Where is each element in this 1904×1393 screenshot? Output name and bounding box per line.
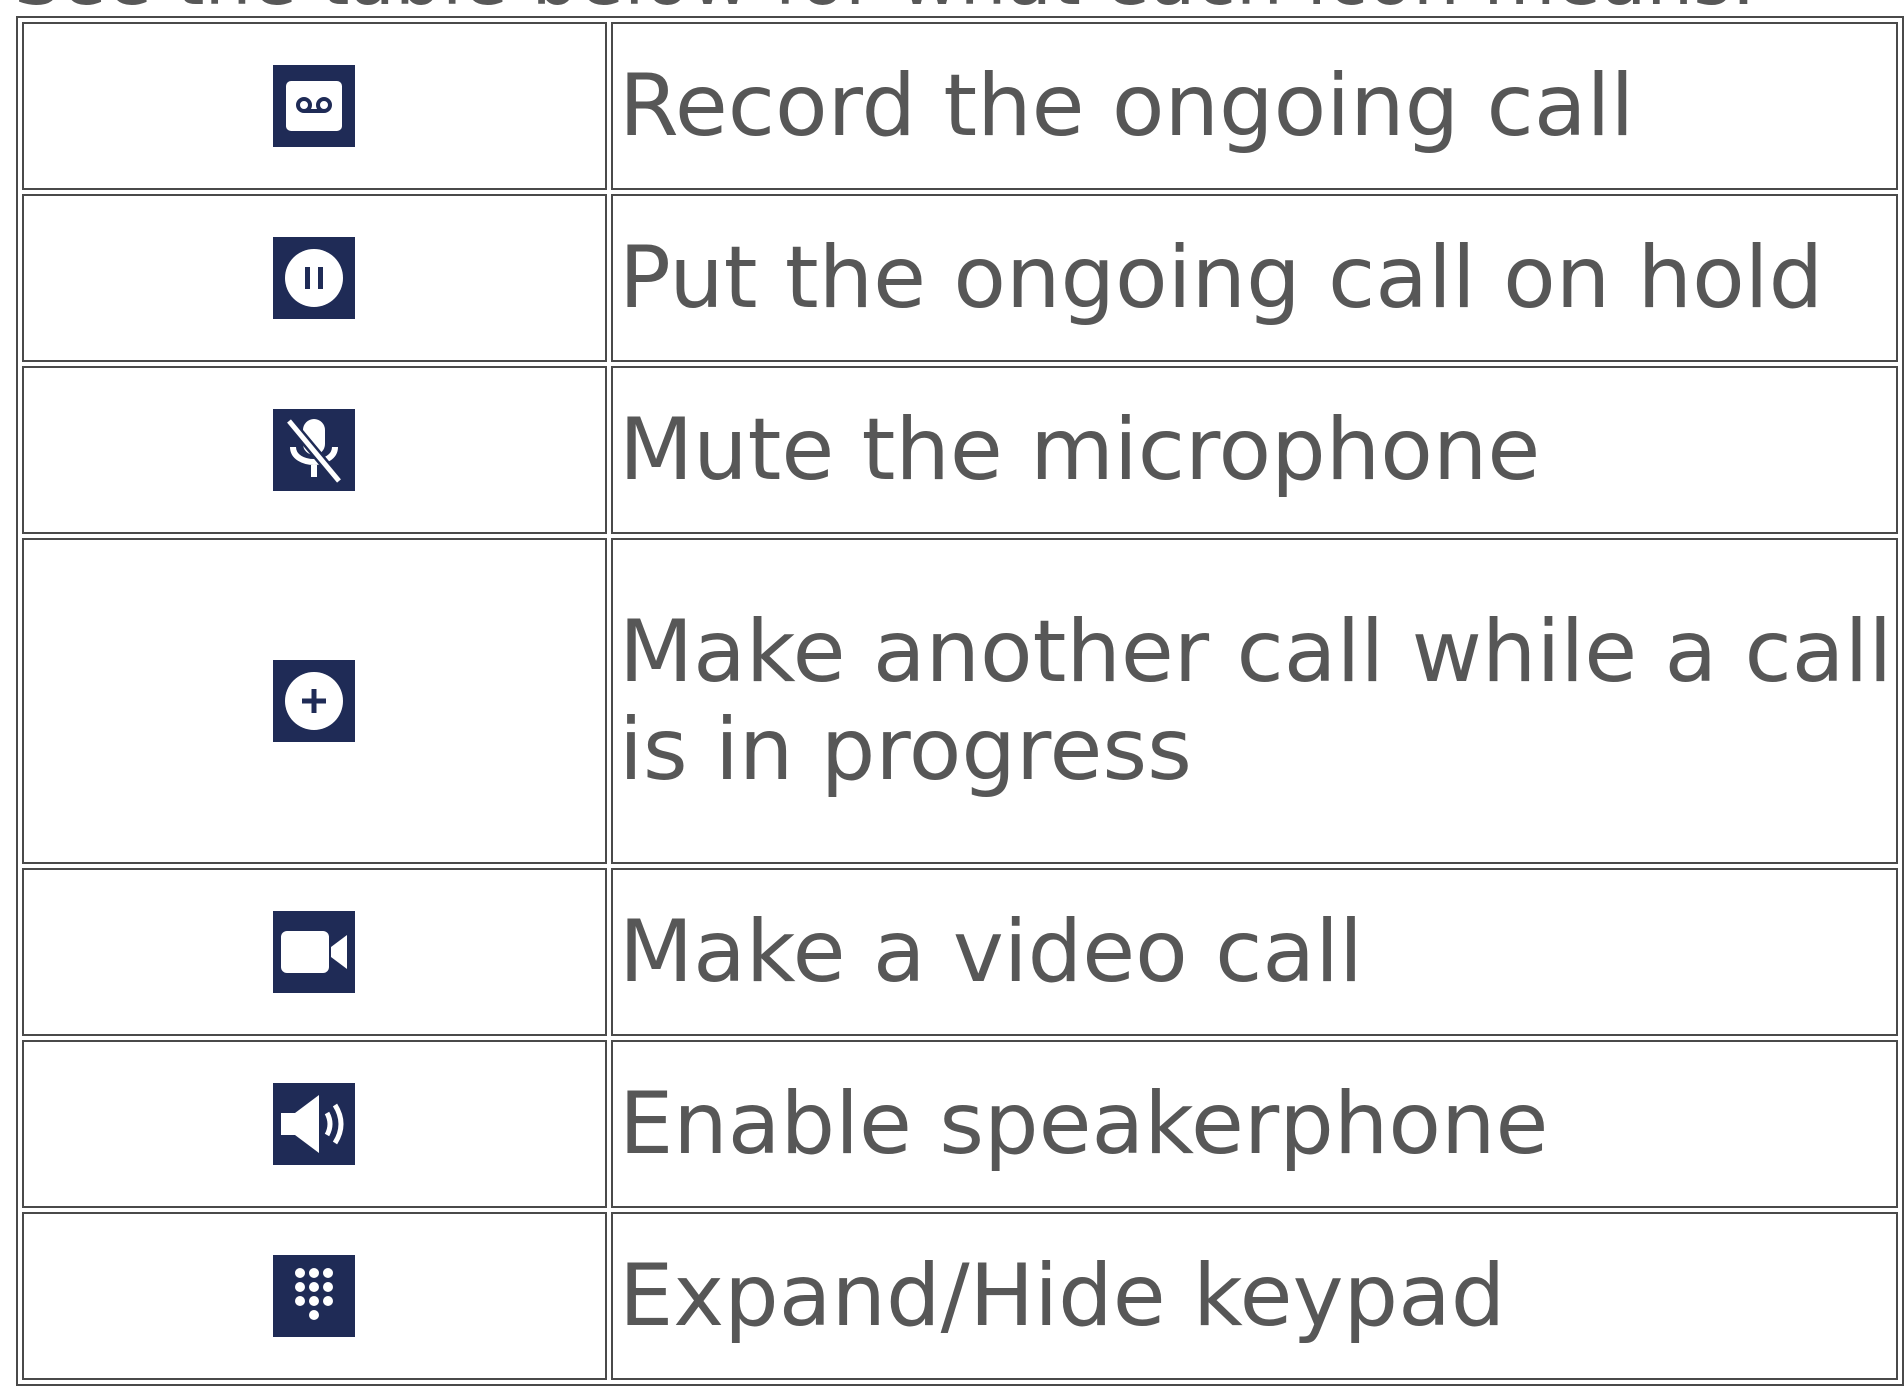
table-row: Make another call while a call is in pro…	[22, 538, 1898, 864]
icon-cell	[22, 366, 607, 534]
icon-cell	[22, 194, 607, 362]
icon-cell	[22, 1040, 607, 1208]
description-cell: Put the ongoing call on hold	[610, 194, 1898, 362]
speakerphone-icon	[273, 1083, 356, 1165]
description-cell: Record the ongoing call	[610, 22, 1898, 190]
page-heading: See the table below for what each icon m…	[14, 0, 1755, 16]
page: See the table below for what each icon m…	[0, 0, 1904, 1393]
mute-microphone-icon	[273, 409, 356, 491]
add-call-icon	[273, 660, 356, 742]
record-icon	[273, 65, 356, 147]
keypad-icon	[273, 1255, 356, 1337]
icon-cell	[22, 868, 607, 1036]
icon-cell	[22, 538, 607, 864]
video-call-icon	[273, 911, 356, 993]
description-cell: Enable speakerphone	[610, 1040, 1898, 1208]
icon-cell	[22, 1212, 607, 1380]
description-cell: Expand/Hide keypad	[610, 1212, 1898, 1380]
table-row: Make a video call	[22, 868, 1898, 1036]
table-row: Mute the microphone	[22, 366, 1898, 534]
icon-cell	[22, 22, 607, 190]
hold-icon	[273, 237, 356, 319]
table-row: Put the ongoing call on hold	[22, 194, 1898, 362]
description-cell: Make another call while a call is in pro…	[610, 538, 1898, 864]
description-cell: Make a video call	[610, 868, 1898, 1036]
description-cell: Mute the microphone	[610, 366, 1898, 534]
icon-legend-table: Record the ongoing call Put the ongoing …	[16, 16, 1904, 1386]
table-row: Record the ongoing call	[22, 22, 1898, 190]
table-row: Enable speakerphone	[22, 1040, 1898, 1208]
table-row: Expand/Hide keypad	[22, 1212, 1898, 1380]
